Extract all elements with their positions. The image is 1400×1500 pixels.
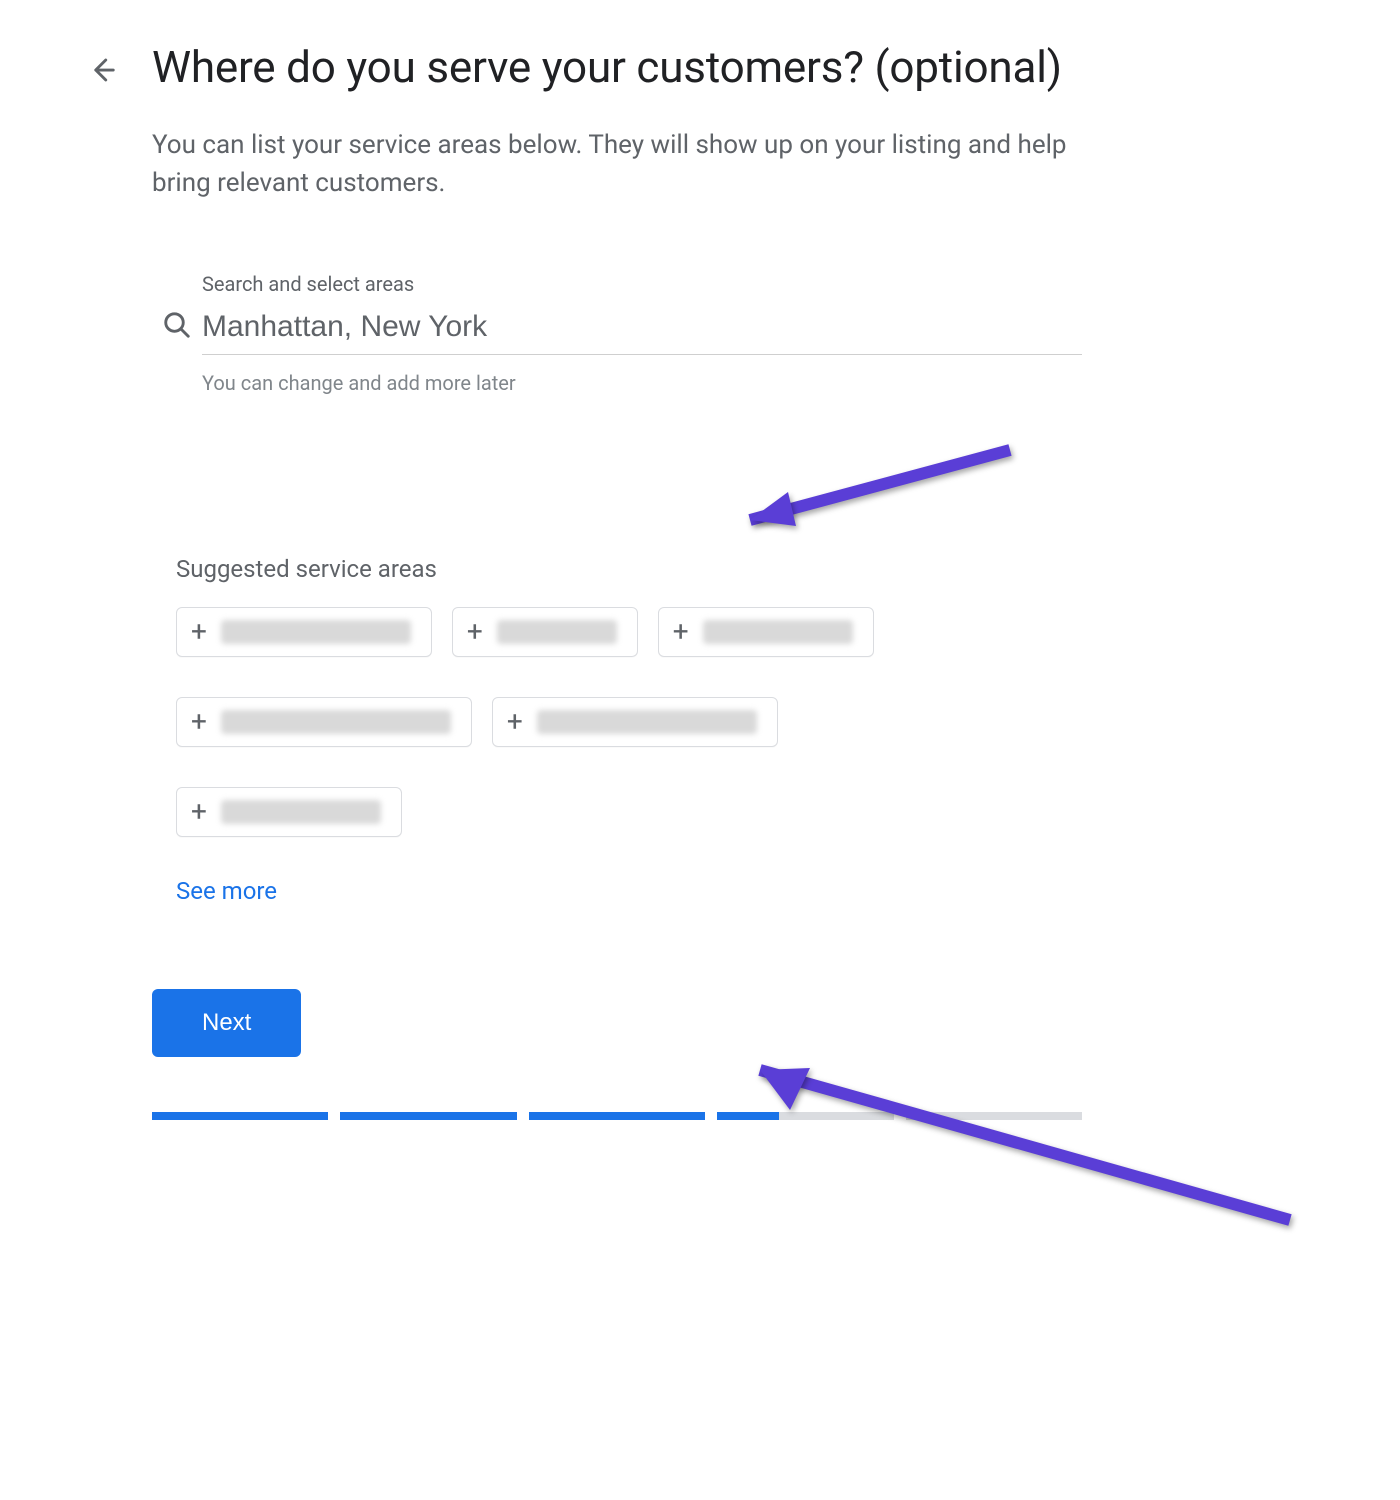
- progress-bar: [152, 1112, 1082, 1120]
- plus-icon: +: [191, 618, 207, 646]
- arrow-left-icon: [87, 55, 117, 85]
- see-more-link[interactable]: See more: [176, 877, 277, 905]
- redacted-text: [497, 620, 617, 644]
- redacted-text: [703, 620, 853, 644]
- search-input[interactable]: [202, 302, 1082, 355]
- redacted-text: [221, 710, 451, 734]
- next-button[interactable]: Next: [152, 989, 301, 1057]
- progress-segment: [529, 1112, 705, 1120]
- suggested-chip[interactable]: +: [176, 697, 472, 747]
- suggested-chip[interactable]: +: [176, 607, 432, 657]
- page-title: Where do you serve your customers? (opti…: [152, 40, 1082, 95]
- search-helper: You can change and add more later: [202, 371, 1082, 395]
- plus-icon: +: [467, 618, 483, 646]
- progress-segment: [717, 1112, 893, 1120]
- progress-segment: [152, 1112, 328, 1120]
- suggested-chip[interactable]: +: [658, 607, 874, 657]
- redacted-text: [221, 800, 381, 824]
- plus-icon: +: [191, 708, 207, 736]
- search-icon: [152, 272, 202, 340]
- suggested-chip[interactable]: +: [176, 787, 402, 837]
- progress-segment: [906, 1112, 1082, 1120]
- plus-icon: +: [673, 618, 689, 646]
- progress-segment: [340, 1112, 516, 1120]
- redacted-text: [537, 710, 757, 734]
- plus-icon: +: [191, 798, 207, 826]
- page-subtitle: You can list your service areas below. T…: [152, 127, 1082, 202]
- back-button[interactable]: [80, 48, 124, 92]
- suggested-chip[interactable]: +: [492, 697, 778, 747]
- suggested-label: Suggested service areas: [176, 555, 1082, 583]
- plus-icon: +: [507, 708, 523, 736]
- suggested-chip[interactable]: +: [452, 607, 638, 657]
- search-label: Search and select areas: [202, 272, 1082, 296]
- redacted-text: [221, 620, 411, 644]
